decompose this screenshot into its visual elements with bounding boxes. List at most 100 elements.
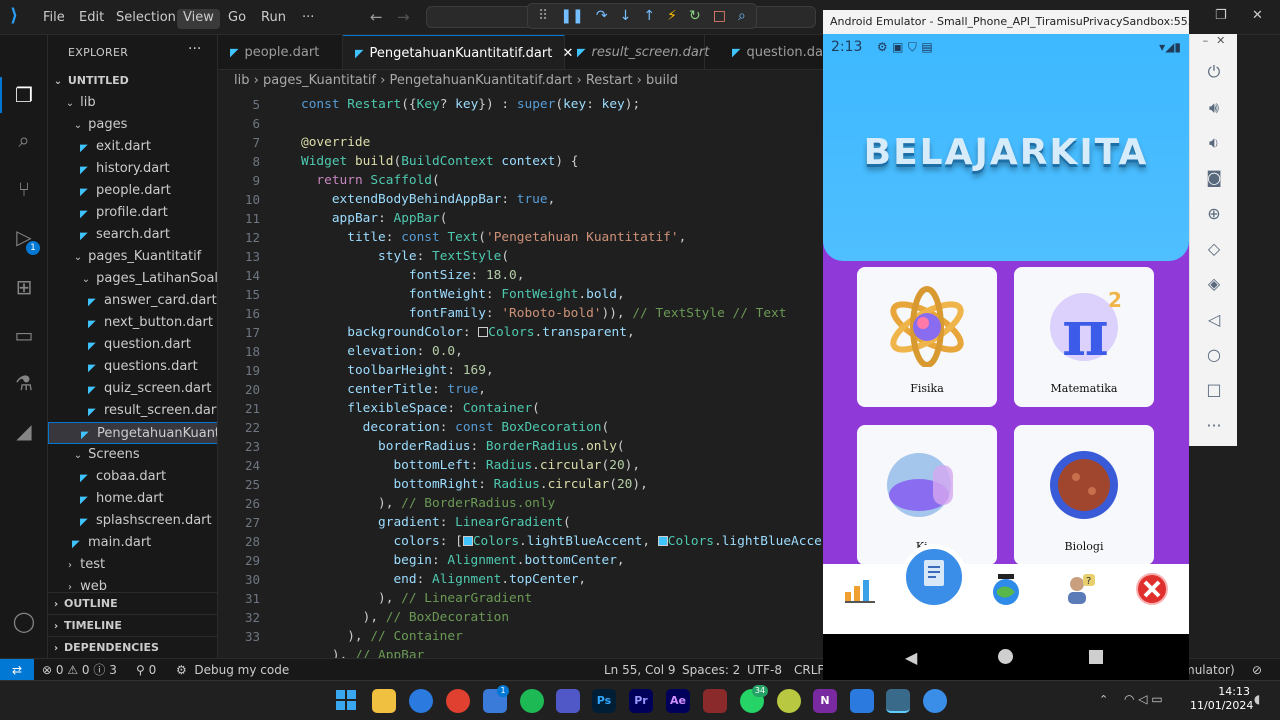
tree-item[interactable]: ◤ question.dart (48, 334, 217, 356)
tree-item[interactable]: ◤ quiz_screen.dart (48, 378, 217, 400)
step-over-icon[interactable]: ↷ (596, 8, 608, 24)
menu-view[interactable]: View (177, 9, 220, 29)
tree-item[interactable]: ⌄ pages_LatihanSoal1 (48, 268, 217, 290)
tree-item[interactable]: ◤ answer_card.dart (48, 290, 217, 312)
flutter-icon[interactable]: ◢ (12, 419, 36, 443)
chrome-icon[interactable] (446, 689, 470, 713)
home-icon[interactable]: ○ (1190, 345, 1238, 364)
tree-item[interactable]: ◤ exit.dart (48, 136, 217, 158)
testing-icon[interactable]: ⚗ (12, 371, 36, 395)
line-ending[interactable]: CRLF (794, 659, 824, 681)
premiere-icon[interactable]: Pr (629, 689, 653, 713)
problems-status[interactable]: ⊗ 0 ⚠ 0 ⓘ 3 (42, 659, 117, 681)
section-timeline[interactable]: › TIMELINE (48, 614, 217, 636)
remote-icon[interactable]: ⇄ (0, 659, 34, 681)
debug-status[interactable]: ⚙ Debug my code (176, 659, 289, 681)
tree-item[interactable]: ◤ search.dart (48, 224, 217, 246)
photoshop-icon[interactable]: Ps (592, 689, 616, 713)
zoom-icon[interactable]: ⊕ (1190, 204, 1238, 223)
android-recents-icon[interactable] (1089, 650, 1103, 664)
menu-file[interactable]: File (37, 9, 71, 29)
tree-item[interactable]: ◤ main.dart (48, 532, 217, 554)
ports-status[interactable]: ⚲ 0 (136, 659, 156, 681)
file-explorer-icon[interactable] (372, 689, 396, 713)
breadcrumb[interactable]: lib › pages_Kuantitatif › PengetahuanKua… (218, 70, 828, 92)
tree-item[interactable]: ◤ next_button.dart (48, 312, 217, 334)
step-out-icon[interactable]: ↑ (643, 8, 655, 24)
tree-item[interactable]: ⌄ pages (48, 114, 217, 136)
tab-people[interactable]: ◤ people.dart (218, 35, 343, 69)
game-app-icon[interactable] (703, 689, 727, 713)
tree-item[interactable]: ◤ questions.dart (48, 356, 217, 378)
android-home-icon[interactable] (998, 649, 1013, 664)
tab-question[interactable]: ◤ question.da (720, 35, 828, 69)
step-into-icon[interactable]: ↓ (620, 8, 632, 24)
tree-item[interactable]: › test (48, 554, 217, 576)
restore-icon[interactable]: ❐ (1215, 8, 1227, 23)
notification-bell-icon[interactable]: ◖ (1254, 692, 1260, 706)
volume-up-icon[interactable]: 🔊︎ (1190, 98, 1238, 118)
drag-handle-icon[interactable]: ⠿ (538, 8, 548, 24)
section-dependencies[interactable]: › DEPENDENCIES (48, 636, 217, 658)
edge-icon[interactable] (409, 689, 433, 713)
emulator-taskbar-icon[interactable] (886, 689, 910, 713)
onenote-icon[interactable]: N (813, 689, 837, 713)
volume-down-icon[interactable]: 🔉︎ (1190, 133, 1238, 153)
start-icon[interactable] (336, 690, 356, 710)
menu-more[interactable]: ··· (296, 9, 320, 29)
pause-icon[interactable]: ❚❚ (560, 8, 583, 24)
minimize-icon[interactable]: – ✕ (1190, 34, 1238, 47)
android-back-icon[interactable]: ◀ (905, 648, 917, 667)
more-icon[interactable]: ··· (1190, 416, 1238, 435)
spotify-icon[interactable] (520, 689, 544, 713)
hot-reload-icon[interactable]: ⚡ (667, 8, 677, 24)
back-arrow-icon[interactable]: ← (370, 8, 383, 26)
menu-selection[interactable]: Selection (110, 9, 182, 29)
globe-graduation-nav-icon[interactable] (989, 572, 1023, 606)
workspace-root[interactable]: ⌄ UNTITLED (48, 70, 217, 92)
extensions-icon[interactable]: ⊞ (12, 275, 36, 299)
question-person-nav-icon[interactable]: ? (1063, 572, 1097, 606)
tree-item[interactable]: ◤ home.dart (48, 488, 217, 510)
menu-run[interactable]: Run (255, 9, 292, 29)
tree-item[interactable]: ◤ history.dart (48, 158, 217, 180)
clock[interactable]: 14:13 11/01/2024 (1190, 685, 1253, 713)
tree-item[interactable]: ◤ result_screen.dart (48, 400, 217, 422)
search-icon[interactable]: ⌕ (12, 128, 36, 152)
restart-icon[interactable]: ↻ (689, 8, 701, 24)
wifi-volume-battery-icon[interactable]: ◠ ◁ ▭ (1124, 692, 1163, 706)
forward-arrow-icon[interactable]: → (397, 8, 410, 26)
camera-icon[interactable]: ◙ (1190, 168, 1238, 187)
source-control-icon[interactable]: ⑂ (12, 177, 36, 201)
back-icon[interactable]: ◁ (1190, 310, 1238, 329)
rotate-left-icon[interactable]: ◇ (1190, 239, 1238, 258)
notifications-icon[interactable]: ⊘ (1252, 659, 1262, 681)
tree-item[interactable]: ◤ cobaa.dart (48, 466, 217, 488)
subject-card-biologi[interactable]: Biologi (1014, 425, 1154, 565)
app-icon[interactable] (777, 689, 801, 713)
tree-item[interactable]: ⌄ Screens (48, 444, 217, 466)
tree-item[interactable]: ⌄ pages_Kuantitatif (48, 246, 217, 268)
remote-explorer-icon[interactable]: ▭ (12, 323, 36, 347)
account-icon[interactable]: ◯ (12, 609, 36, 633)
tree-item[interactable]: ◤ people.dart (48, 180, 217, 202)
android-studio-icon[interactable] (923, 689, 947, 713)
exit-nav-icon[interactable] (1135, 572, 1169, 606)
tree-item[interactable]: › web (48, 576, 217, 598)
indentation[interactable]: Spaces: 2 (682, 659, 740, 681)
tree-item[interactable]: ◤ profile.dart (48, 202, 217, 224)
power-icon[interactable]: ⏻ (1190, 62, 1238, 82)
after-effects-icon[interactable]: Ae (666, 689, 690, 713)
teams-icon[interactable] (556, 689, 580, 713)
vscode-taskbar-icon[interactable] (850, 689, 874, 713)
cursor-position[interactable]: Ln 55, Col 9 (604, 659, 676, 681)
emulator-status[interactable]: mulator) (1183, 659, 1235, 681)
tab-pengetahuan-kuantitatif[interactable]: ◤ PengetahuanKuantitatif.dart ✕ (343, 35, 573, 69)
menu-edit[interactable]: Edit (73, 9, 110, 29)
document-nav-icon[interactable] (916, 556, 952, 592)
subject-card-matematika[interactable]: π 2 Matematika (1014, 267, 1154, 407)
tree-item[interactable]: ◤ PengetahuanKuant... (48, 422, 217, 444)
explorer-icon[interactable]: ❐ (12, 83, 36, 107)
close-window-icon[interactable]: ✕ (1252, 8, 1263, 23)
tree-item[interactable]: ⌄ lib (48, 92, 217, 114)
